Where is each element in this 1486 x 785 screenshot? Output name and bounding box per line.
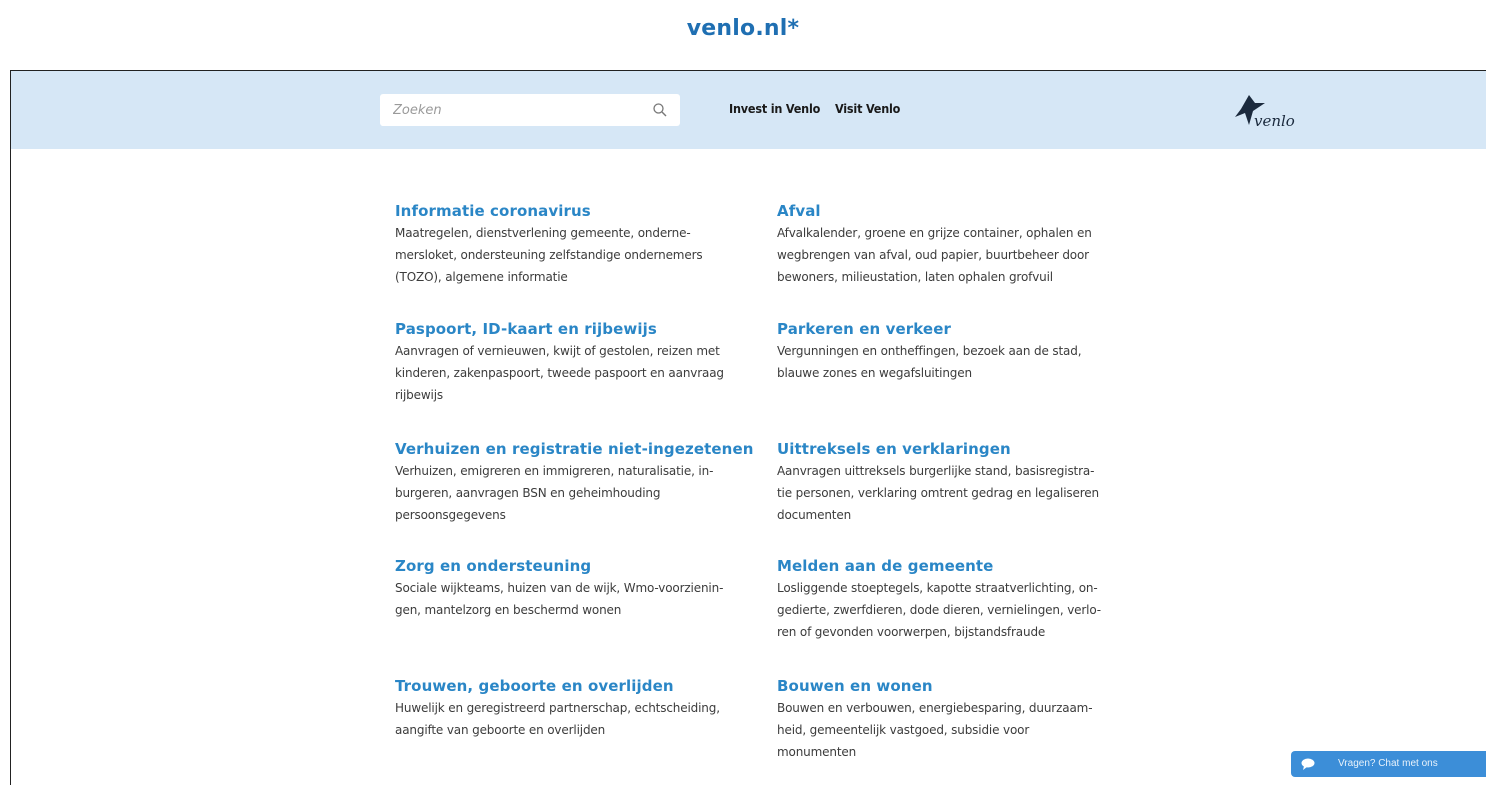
topic-block[interactable]: Trouwen, geboorte en overlijden Huwelijk… xyxy=(395,676,755,741)
topic-block[interactable]: Paspoort, ID-kaart en rijbewijs Aanvrage… xyxy=(395,319,755,406)
topic-description: Bouwen en verbouwen, energiebesparing, d… xyxy=(777,701,1093,759)
topic-description: Aanvragen of vernieuwen, kwijt of gestol… xyxy=(395,344,724,402)
topic-block[interactable]: Verhuizen en registratie niet-ingezetene… xyxy=(395,439,755,526)
topic-description: Aanvragen uittreksels burgerlijke stand,… xyxy=(777,464,1099,522)
topic-block[interactable]: Uittreksels en verklaringen Aanvragen ui… xyxy=(777,439,1137,526)
search-input[interactable] xyxy=(380,94,648,126)
topic-block[interactable]: Parkeren en verkeer Vergunningen en onth… xyxy=(777,319,1137,384)
topic-description: Verhuizen, emigreren en immigreren, natu… xyxy=(395,464,714,522)
logo-text: venlo xyxy=(1254,112,1295,130)
topic-block[interactable]: Informatie coronavirus Maatregelen, dien… xyxy=(395,201,755,288)
topic-description: Afvalkalender, groene en grijze containe… xyxy=(777,226,1092,284)
topic-title[interactable]: Bouwen en wonen xyxy=(777,676,1137,696)
topic-title[interactable]: Uittreksels en verklaringen xyxy=(777,439,1137,459)
topic-title[interactable]: Paspoort, ID-kaart en rijbewijs xyxy=(395,319,755,339)
topic-block[interactable]: Melden aan de gemeente Losliggende stoep… xyxy=(777,556,1137,643)
topic-description: Vergunningen en ontheffingen, bezoek aan… xyxy=(777,344,1082,380)
topic-block[interactable]: Afval Afvalkalender, groene en grijze co… xyxy=(777,201,1137,288)
venlo-logo[interactable]: venlo xyxy=(1221,89,1321,133)
chat-bubble-icon xyxy=(1301,758,1315,770)
topic-title[interactable]: Parkeren en verkeer xyxy=(777,319,1137,339)
browser-viewport: Invest in Venlo Visit Venlo venlo Inform… xyxy=(10,70,1486,785)
topic-title[interactable]: Zorg en ondersteuning xyxy=(395,556,755,576)
site-header: Invest in Venlo Visit Venlo venlo xyxy=(11,71,1486,149)
invest-in-venlo-link[interactable]: Invest in Venlo xyxy=(729,101,820,116)
topic-title[interactable]: Melden aan de gemeente xyxy=(777,556,1137,576)
topic-description: Huwelijk en geregistreerd partnerschap, … xyxy=(395,701,720,737)
visit-venlo-link[interactable]: Visit Venlo xyxy=(835,101,900,116)
topic-description: Maatregelen, dienstverlening gemeente, o… xyxy=(395,226,703,284)
topic-description: Losliggende stoeptegels, kapotte straatv… xyxy=(777,581,1101,639)
page-caption: venlo.nl* xyxy=(686,16,800,41)
topic-title[interactable]: Informatie coronavirus xyxy=(395,201,755,221)
topic-block[interactable]: Bouwen en wonen Bouwen en verbouwen, ene… xyxy=(777,676,1137,763)
chat-button-label: Vragen? Chat met ons xyxy=(1338,758,1438,769)
chat-button[interactable]: Vragen? Chat met ons xyxy=(1291,751,1486,777)
search-icon[interactable] xyxy=(652,102,668,118)
topic-block[interactable]: Zorg en ondersteuning Sociale wijkteams,… xyxy=(395,556,755,621)
topic-title[interactable]: Verhuizen en registratie niet-ingezetene… xyxy=(395,439,755,459)
topic-description: Sociale wijkteams, huizen van de wijk, W… xyxy=(395,581,724,617)
search-box[interactable] xyxy=(380,94,680,126)
topic-title[interactable]: Afval xyxy=(777,201,1137,221)
topic-title[interactable]: Trouwen, geboorte en overlijden xyxy=(395,676,755,696)
